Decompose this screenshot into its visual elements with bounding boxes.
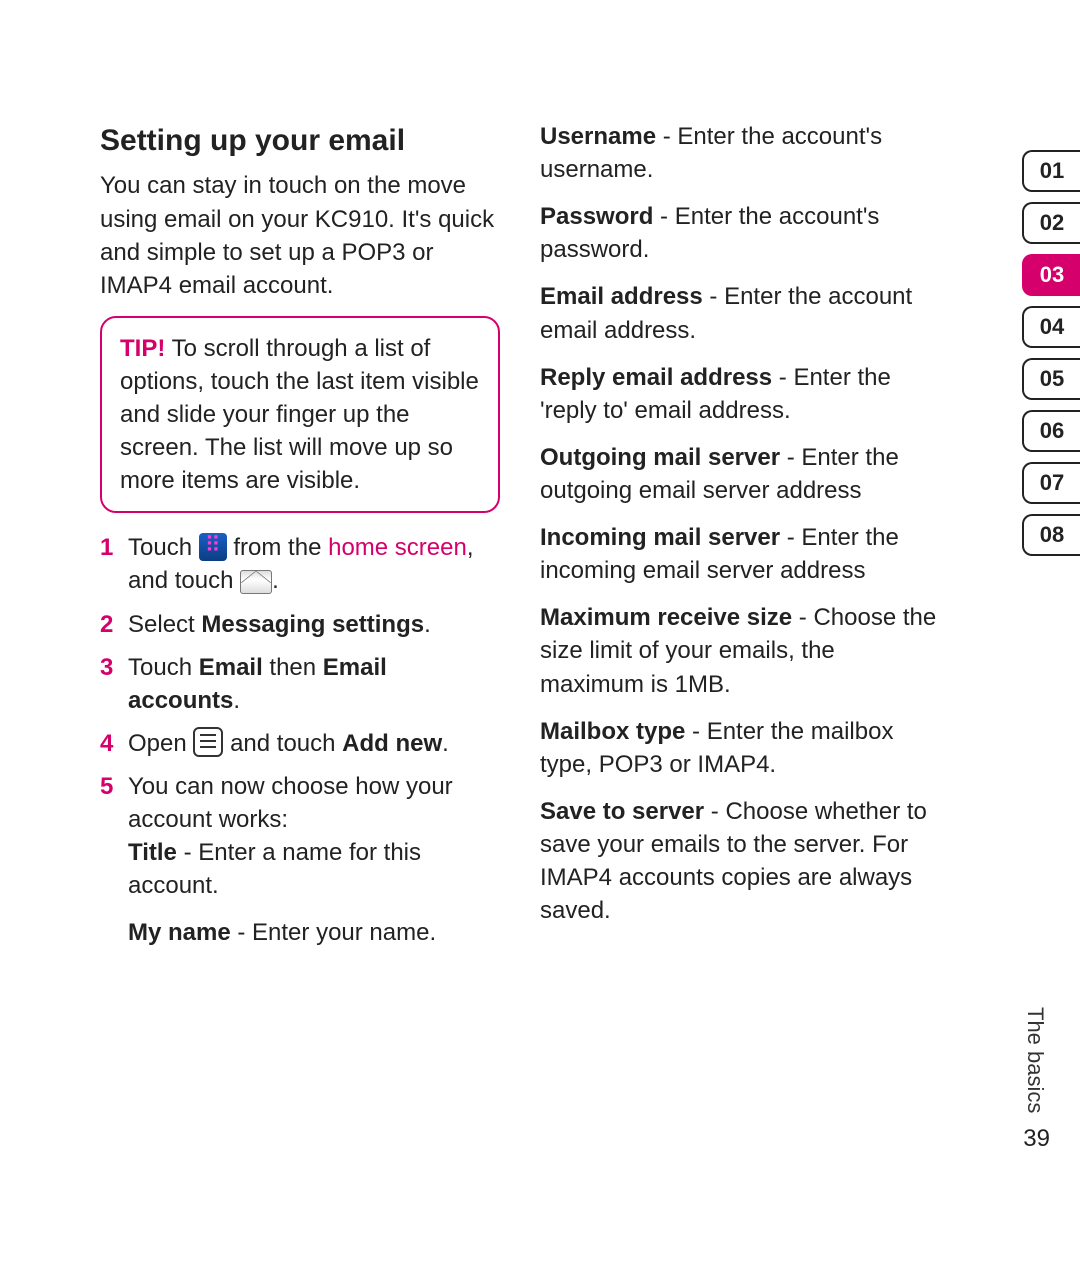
- step-text: and touch: [230, 730, 342, 757]
- field-save-to-server: Save to server - Choose whether to save …: [540, 795, 940, 927]
- intro-paragraph: You can stay in touch on the move using …: [100, 169, 500, 301]
- section-tab-01[interactable]: 01: [1022, 150, 1080, 192]
- field-label: Username: [540, 123, 656, 150]
- field-email-address: Email address - Enter the account email …: [540, 280, 940, 346]
- step-bold: Add new: [342, 730, 442, 757]
- tip-text: To scroll through a list of options, tou…: [120, 335, 479, 494]
- step-1: 1 Touch from the home screen, and touch …: [100, 531, 500, 597]
- step-number: 2: [100, 608, 113, 641]
- column-left: Setting up your email You can stay in to…: [100, 120, 500, 964]
- step-number: 5: [100, 770, 113, 803]
- field-reply-address: Reply email address - Enter the 'reply t…: [540, 361, 940, 427]
- section-heading: Setting up your email: [100, 120, 500, 161]
- field-label: Mailbox type: [540, 718, 685, 745]
- step-2: 2 Select Messaging settings.: [100, 608, 500, 641]
- step-number: 1: [100, 531, 113, 564]
- apps-grid-icon: [199, 533, 227, 561]
- step-text: .: [424, 611, 431, 638]
- field-incoming-server: Incoming mail server - Enter the incomin…: [540, 521, 940, 587]
- menu-icon: [193, 727, 223, 757]
- section-tab-08[interactable]: 08: [1022, 514, 1080, 556]
- step-text: Touch: [128, 654, 199, 681]
- step-5: 5 You can now choose how your account wo…: [100, 770, 500, 950]
- field-label: Maximum receive size: [540, 604, 792, 631]
- field-label: Email address: [540, 283, 703, 310]
- field-outgoing-server: Outgoing mail server - Enter the outgoin…: [540, 441, 940, 507]
- field-max-receive: Maximum receive size - Choose the size l…: [540, 601, 940, 700]
- field-label: Save to server: [540, 798, 704, 825]
- section-name: The basics: [1023, 1007, 1048, 1113]
- step-text: Touch: [128, 534, 199, 561]
- section-tab-02[interactable]: 02: [1022, 202, 1080, 244]
- step-text: .: [442, 730, 449, 757]
- section-tab-03[interactable]: 03: [1022, 254, 1080, 296]
- field-password: Password - Enter the account's password.: [540, 200, 940, 266]
- step-text: then: [263, 654, 323, 681]
- home-screen-link: home screen: [328, 534, 467, 561]
- field-mailbox-type: Mailbox type - Enter the mailbox type, P…: [540, 715, 940, 781]
- step-3: 3 Touch Email then Email accounts.: [100, 651, 500, 717]
- step-text: from the: [233, 534, 328, 561]
- step-text: You can now choose how your account work…: [128, 773, 453, 833]
- tip-label: TIP!: [120, 335, 165, 362]
- mail-icon: [240, 570, 272, 594]
- section-label-vertical: The basics: [1022, 1007, 1048, 1113]
- steps-list: 1 Touch from the home screen, and touch …: [100, 531, 500, 949]
- field-label: Outgoing mail server: [540, 444, 780, 471]
- page-number: 39: [1023, 1125, 1050, 1153]
- field-myname: My name - Enter your name.: [128, 916, 500, 949]
- section-tabs: 01 02 03 04 05 06 07 08: [1022, 150, 1080, 556]
- step-text: Select: [128, 611, 201, 638]
- section-tab-07[interactable]: 07: [1022, 462, 1080, 504]
- step-bold: Email: [199, 654, 263, 681]
- tip-box: TIP! To scroll through a list of options…: [100, 316, 500, 514]
- step-number: 4: [100, 727, 113, 760]
- field-label: My name: [128, 919, 231, 946]
- step-4: 4 Open and touch Add new.: [100, 727, 500, 760]
- field-label: Title: [128, 839, 177, 866]
- section-tab-05[interactable]: 05: [1022, 358, 1080, 400]
- manual-page: Setting up your email You can stay in to…: [0, 0, 1080, 1263]
- field-title: Title - Enter a name for this account.: [128, 836, 500, 902]
- section-tab-04[interactable]: 04: [1022, 306, 1080, 348]
- content-columns: Setting up your email You can stay in to…: [100, 120, 1080, 964]
- step-text: Open: [128, 730, 193, 757]
- section-tab-06[interactable]: 06: [1022, 410, 1080, 452]
- field-username: Username - Enter the account's username.: [540, 120, 940, 186]
- step-bold: Messaging settings: [201, 611, 424, 638]
- field-label: Password: [540, 203, 653, 230]
- step-text: .: [272, 567, 279, 594]
- field-desc: - Enter your name.: [231, 919, 436, 946]
- column-right: Username - Enter the account's username.…: [540, 120, 940, 964]
- step-number: 3: [100, 651, 113, 684]
- field-label: Reply email address: [540, 364, 772, 391]
- field-label: Incoming mail server: [540, 524, 780, 551]
- step-text: .: [233, 687, 240, 714]
